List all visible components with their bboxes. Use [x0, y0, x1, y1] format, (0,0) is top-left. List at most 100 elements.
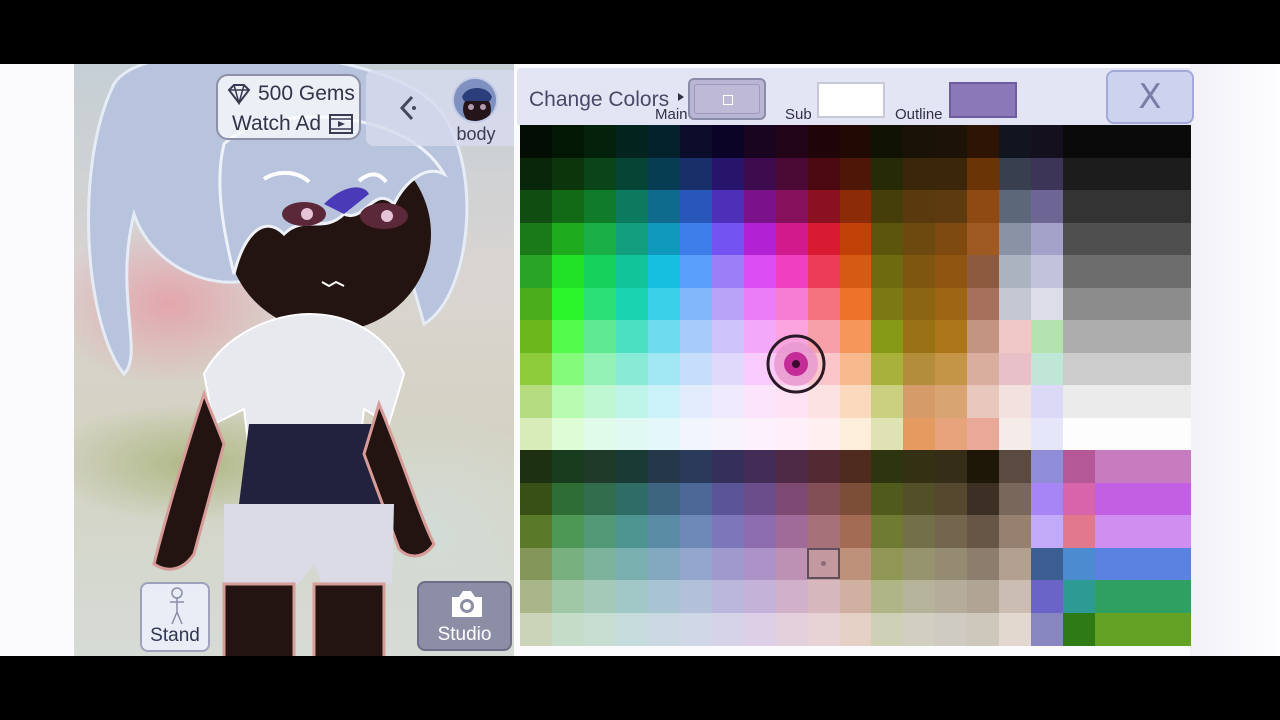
palette-swatch[interactable]	[743, 547, 777, 581]
palette-swatch[interactable]	[871, 450, 904, 483]
palette-swatch[interactable]	[711, 125, 745, 158]
palette-swatch[interactable]	[1031, 482, 1064, 516]
palette-swatch[interactable]	[1063, 125, 1192, 158]
palette-swatch[interactable]	[743, 580, 777, 613]
palette-swatch[interactable]	[807, 417, 840, 451]
palette-swatch[interactable]	[743, 515, 777, 548]
palette-swatch[interactable]	[903, 125, 936, 158]
palette-swatch[interactable]	[871, 190, 904, 223]
palette-swatch[interactable]	[999, 612, 1032, 646]
palette-swatch[interactable]	[871, 547, 904, 581]
palette-swatch[interactable]	[1063, 450, 1096, 483]
palette-swatch[interactable]	[967, 352, 1000, 386]
palette-swatch[interactable]	[935, 385, 968, 418]
palette-swatch[interactable]	[871, 222, 904, 256]
palette-swatch[interactable]	[743, 157, 777, 191]
palette-swatch[interactable]	[647, 352, 681, 386]
palette-swatch[interactable]	[903, 417, 936, 451]
palette-swatch[interactable]	[999, 352, 1032, 386]
palette-swatch[interactable]	[839, 515, 872, 548]
palette-swatch[interactable]	[520, 547, 553, 581]
palette-swatch[interactable]	[775, 547, 809, 581]
palette-swatch[interactable]	[679, 352, 713, 386]
palette-swatch[interactable]	[1031, 190, 1064, 223]
palette-swatch[interactable]	[999, 157, 1032, 191]
palette-swatch[interactable]	[967, 157, 1000, 191]
palette-swatch[interactable]	[583, 515, 617, 548]
palette-swatch[interactable]	[775, 515, 809, 548]
palette-swatch[interactable]	[551, 190, 585, 223]
palette-swatch[interactable]	[1063, 482, 1096, 516]
palette-swatch[interactable]	[871, 125, 904, 158]
palette-swatch[interactable]	[903, 157, 936, 191]
palette-swatch[interactable]	[1095, 450, 1192, 483]
palette-swatch[interactable]	[967, 515, 1000, 548]
palette-swatch[interactable]	[903, 190, 936, 223]
palette-swatch[interactable]	[743, 287, 777, 321]
sub-color-swatch[interactable]	[817, 82, 885, 118]
palette-swatch[interactable]	[647, 417, 681, 451]
palette-swatch[interactable]	[839, 580, 872, 613]
palette-swatch[interactable]	[647, 580, 681, 613]
palette-swatch[interactable]	[871, 320, 904, 353]
palette-swatch[interactable]	[999, 190, 1032, 223]
palette-swatch[interactable]	[583, 320, 617, 353]
palette-swatch[interactable]	[967, 547, 1000, 581]
palette-swatch[interactable]	[583, 482, 617, 516]
palette-swatch[interactable]	[999, 385, 1032, 418]
close-button[interactable]: X	[1106, 70, 1194, 124]
palette-swatch[interactable]	[903, 352, 936, 386]
palette-swatch[interactable]	[839, 450, 872, 483]
palette-swatch[interactable]	[903, 255, 936, 288]
palette-swatch[interactable]	[1031, 417, 1064, 451]
palette-swatch[interactable]	[967, 125, 1000, 158]
palette-swatch[interactable]	[551, 515, 585, 548]
palette-swatch[interactable]	[1095, 612, 1192, 646]
palette-swatch[interactable]	[1031, 612, 1064, 646]
palette-swatch[interactable]	[967, 255, 1000, 288]
palette-swatch[interactable]	[935, 222, 968, 256]
palette-swatch[interactable]	[647, 125, 681, 158]
palette-swatch[interactable]	[551, 255, 585, 288]
palette-swatch[interactable]	[647, 255, 681, 288]
palette-swatch[interactable]	[775, 287, 809, 321]
palette-swatch[interactable]	[1063, 580, 1096, 613]
palette-swatch[interactable]	[935, 612, 968, 646]
palette-swatch[interactable]	[999, 320, 1032, 353]
palette-swatch[interactable]	[679, 612, 713, 646]
palette-swatch[interactable]	[711, 222, 745, 256]
palette-swatch[interactable]	[551, 450, 585, 483]
palette-swatch[interactable]	[520, 190, 553, 223]
palette-swatch[interactable]	[1063, 352, 1192, 386]
palette-swatch[interactable]	[807, 190, 840, 223]
palette-swatch[interactable]	[1063, 222, 1192, 256]
palette-swatch[interactable]	[903, 580, 936, 613]
palette-swatch[interactable]	[583, 255, 617, 288]
palette-swatch[interactable]	[647, 612, 681, 646]
palette-swatch[interactable]	[551, 157, 585, 191]
palette-swatch[interactable]	[520, 255, 553, 288]
palette-swatch[interactable]	[615, 547, 649, 581]
palette-swatch[interactable]	[520, 385, 553, 418]
palette-swatch[interactable]	[807, 255, 840, 288]
palette-swatch[interactable]	[743, 125, 777, 158]
palette-swatch[interactable]	[935, 125, 968, 158]
palette-swatch[interactable]	[999, 125, 1032, 158]
palette-swatch[interactable]	[807, 125, 840, 158]
palette-swatch[interactable]	[839, 547, 872, 581]
palette-swatch[interactable]	[871, 580, 904, 613]
palette-swatch[interactable]	[999, 515, 1032, 548]
palette-swatch[interactable]	[775, 125, 809, 158]
palette-swatch[interactable]	[1063, 320, 1192, 353]
palette-swatch[interactable]	[1095, 515, 1192, 548]
palette-swatch[interactable]	[711, 352, 745, 386]
palette-swatch[interactable]	[520, 515, 553, 548]
palette-swatch[interactable]	[615, 515, 649, 548]
palette-swatch[interactable]	[615, 385, 649, 418]
palette-swatch[interactable]	[583, 222, 617, 256]
palette-swatch[interactable]	[1063, 515, 1096, 548]
palette-swatch[interactable]	[935, 515, 968, 548]
palette-swatch[interactable]	[583, 190, 617, 223]
palette-swatch[interactable]	[615, 417, 649, 451]
palette-swatch[interactable]	[551, 352, 585, 386]
